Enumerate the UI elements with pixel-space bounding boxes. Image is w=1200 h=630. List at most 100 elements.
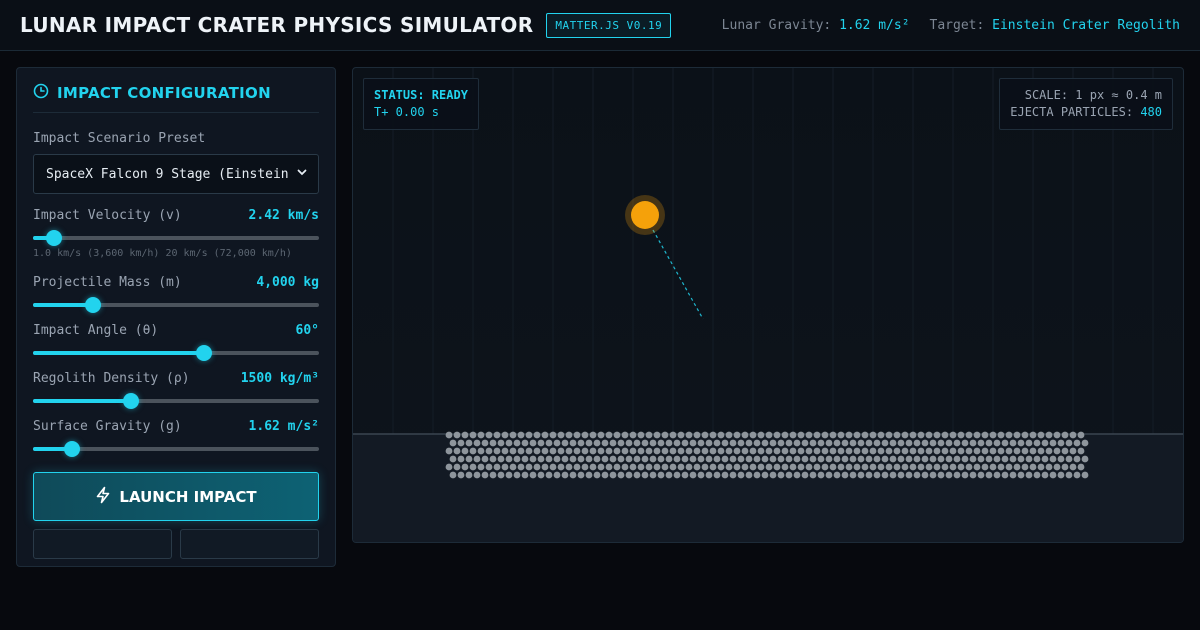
angle-slider[interactable] [33, 345, 319, 361]
regolith-particle [769, 439, 777, 447]
regolith-particle [465, 455, 473, 463]
angle-slider-thumb[interactable] [195, 345, 212, 361]
target-value: Einstein Crater Regolith [992, 17, 1180, 33]
regolith-particle [917, 431, 925, 439]
regolith-particle [805, 431, 813, 439]
regolith-particle [717, 431, 725, 439]
regolith-particle [777, 439, 785, 447]
regolith-particle [449, 471, 457, 479]
preset-label: Impact Scenario Preset [33, 131, 206, 146]
regolith-particle [917, 463, 925, 471]
regolith-particle [833, 439, 841, 447]
regolith-particle [517, 463, 525, 471]
regolith-particle [629, 463, 637, 471]
regolith-particle [961, 455, 969, 463]
regolith-particle [769, 471, 777, 479]
chevron-down-icon [296, 166, 308, 182]
regolith-particle [861, 463, 869, 471]
regolith-particle [741, 463, 749, 471]
regolith-particle [1013, 463, 1021, 471]
regolith-particle [569, 471, 577, 479]
regolith-particle [925, 431, 933, 439]
regolith-particle [633, 471, 641, 479]
regolith-particle [709, 431, 717, 439]
regolith-particle [853, 447, 861, 455]
regolith-particle [933, 447, 941, 455]
regolith-particle [905, 471, 913, 479]
regolith-particle [741, 431, 749, 439]
regolith-particle [709, 447, 717, 455]
regolith-particle [761, 471, 769, 479]
regolith-particle [733, 447, 741, 455]
secondary-button-left[interactable] [33, 529, 172, 559]
regolith-particle [773, 463, 781, 471]
regolith-particle [913, 439, 921, 447]
regolith-particle [997, 463, 1005, 471]
regolith-particle [741, 447, 749, 455]
regolith-particle [721, 439, 729, 447]
regolith-particle [945, 455, 953, 463]
regolith-particle [697, 471, 705, 479]
regolith-particle [985, 455, 993, 463]
regolith-particle [1077, 463, 1085, 471]
regolith-particle [781, 431, 789, 439]
lightning-icon [95, 486, 111, 508]
regolith-particle [469, 447, 477, 455]
regolith-particle [549, 463, 557, 471]
regolith-particle [937, 471, 945, 479]
regolith-particle [993, 455, 1001, 463]
regolith-particle [737, 439, 745, 447]
regolith-particle [537, 471, 545, 479]
regolith-particle [649, 455, 657, 463]
regolith-particle [525, 431, 533, 439]
regolith-particle [841, 471, 849, 479]
regolith-particle [457, 455, 465, 463]
mass-slider[interactable] [33, 297, 319, 313]
regolith-particle [605, 431, 613, 439]
preset-select[interactable]: SpaceX Falcon 9 Stage (Einstein Crater) [33, 154, 319, 194]
regolith-particle [801, 455, 809, 463]
regolith-particle [621, 447, 629, 455]
projectile [631, 201, 659, 229]
regolith-particle [581, 463, 589, 471]
regolith-particle [881, 455, 889, 463]
regolith-particle [541, 447, 549, 455]
regolith-particle [1017, 439, 1025, 447]
target-label: Target: [929, 17, 985, 33]
density-slider-thumb[interactable] [123, 393, 140, 409]
regolith-particle [617, 455, 625, 463]
regolith-particle [993, 439, 1001, 447]
status-text: STATUS: READY [374, 88, 468, 102]
regolith-particle [477, 463, 485, 471]
velocity-label: Impact Velocity (v) [33, 208, 182, 223]
regolith-particle [809, 471, 817, 479]
gravity-control: Surface Gravity (g) 1.62 m/s² [33, 419, 319, 457]
regolith-particle [717, 447, 725, 455]
regolith-particle [729, 439, 737, 447]
regolith-particle [873, 455, 881, 463]
gravity-slider[interactable] [33, 441, 319, 457]
launch-impact-button[interactable]: LAUNCH IMPACT [33, 472, 319, 521]
mass-slider-thumb[interactable] [85, 297, 102, 313]
regolith-particle [901, 431, 909, 439]
regolith-particle [909, 447, 917, 455]
secondary-button-right[interactable] [180, 529, 319, 559]
velocity-slider[interactable] [33, 230, 319, 246]
gravity-slider-thumb[interactable] [64, 441, 81, 457]
regolith-particle [713, 439, 721, 447]
regolith-particle [1009, 439, 1017, 447]
regolith-particle [465, 471, 473, 479]
regolith-particle [1009, 471, 1017, 479]
regolith-particle [473, 471, 481, 479]
regolith-particle [905, 455, 913, 463]
velocity-slider-thumb[interactable] [46, 230, 63, 246]
regolith-particle [973, 431, 981, 439]
regolith-particle [481, 455, 489, 463]
regolith-particle [653, 431, 661, 439]
regolith-particle [909, 463, 917, 471]
regolith-particle [761, 439, 769, 447]
regolith-particle [873, 471, 881, 479]
regolith-particle [521, 471, 529, 479]
simulation-viewport[interactable]: STATUS: READY T+ 0.00 s SCALE: 1 px ≈ 0.… [352, 67, 1184, 543]
density-slider[interactable] [33, 393, 319, 409]
